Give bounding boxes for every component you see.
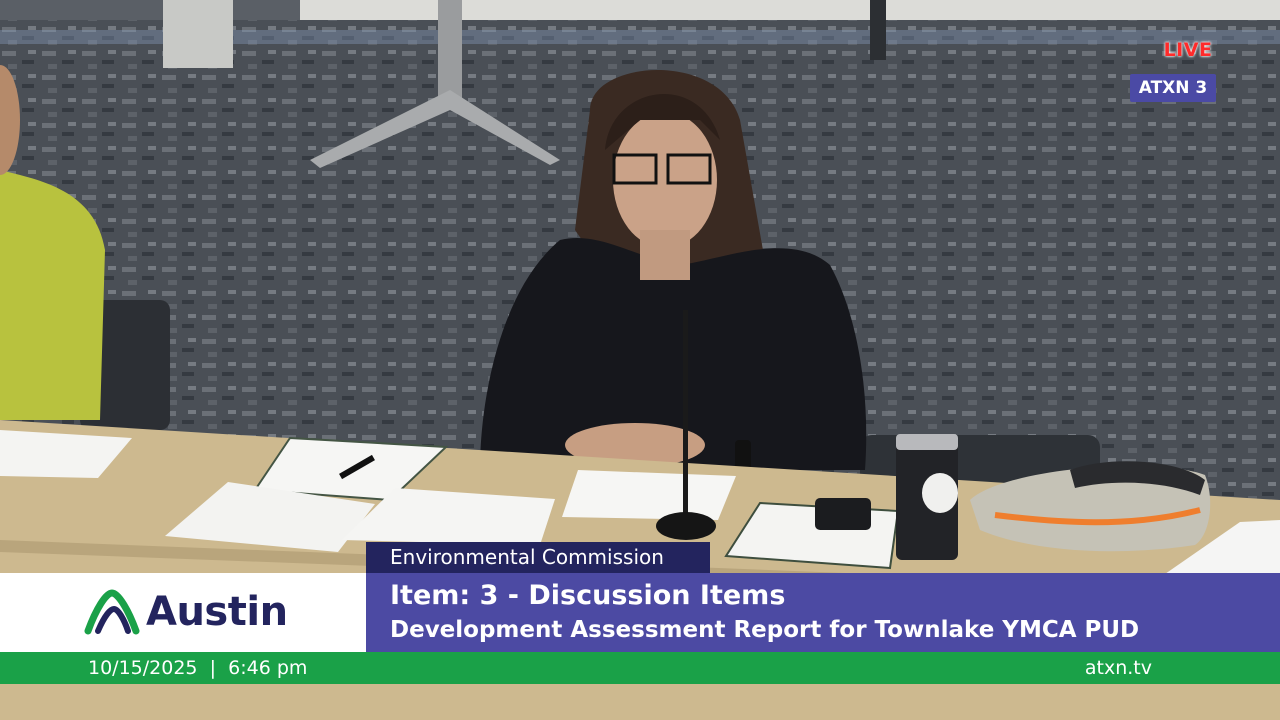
date-separator: | <box>209 657 217 679</box>
channel-badge: ATXN 3 <box>1130 74 1216 102</box>
microphone-stem <box>683 310 688 520</box>
speaker-face <box>613 112 717 248</box>
chair-stand-pole <box>438 0 462 100</box>
agenda-item-box: Item: 3 - Discussion Items Development A… <box>366 573 1280 652</box>
date-time-bar: 10/15/2025 | 6:46 pm atxn.tv <box>0 652 1280 684</box>
tumbler-lid <box>896 434 958 450</box>
website-url: atxn.tv <box>1084 657 1152 679</box>
speaker-watch <box>735 440 751 470</box>
broadcast-time: 6:46 pm <box>228 657 308 679</box>
agenda-item-title: Item: 3 - Discussion Items <box>390 580 786 611</box>
austin-logo-text: Austin <box>146 589 288 635</box>
agenda-item-subtitle: Development Assessment Report for Townla… <box>390 617 1140 643</box>
tumbler-sticker <box>922 473 958 513</box>
chair-stand-pole-right <box>870 0 886 60</box>
commission-label: Environmental Commission <box>366 542 710 573</box>
microphone-base <box>656 512 716 540</box>
austin-logo-icon <box>84 589 140 635</box>
broadcast-date-time: 10/15/2025 | 6:46 pm <box>88 652 307 684</box>
broadcast-date: 10/15/2025 <box>88 657 198 679</box>
austin-logo: Austin <box>0 573 366 652</box>
live-indicator: LIVE <box>1163 39 1213 61</box>
column <box>163 0 233 68</box>
papers-speaker <box>562 470 736 520</box>
phone <box>815 498 871 530</box>
lower-third-banner: Austin Item: 3 - Discussion Items Develo… <box>0 573 1280 652</box>
speaker-neck <box>640 230 690 280</box>
